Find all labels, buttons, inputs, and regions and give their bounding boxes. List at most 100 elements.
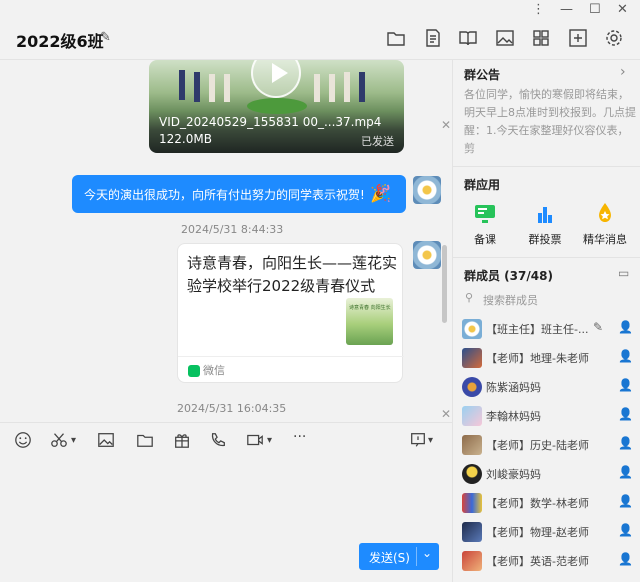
maximize-icon[interactable]: ☐ (589, 2, 601, 17)
party-popper-icon: 🎉 (370, 184, 392, 204)
vote-icon (532, 201, 558, 227)
wechat-icon (188, 365, 200, 377)
close-window-icon[interactable]: ✕ (617, 2, 628, 17)
avatar (462, 551, 482, 571)
document-icon[interactable] (423, 28, 445, 50)
message-input-area[interactable]: ▾ ▾ ··· ▾ 发送(S) ⌄ (0, 422, 452, 582)
app-vote[interactable]: 群投票 (519, 201, 571, 247)
chevron-down-icon[interactable]: ▾ (428, 435, 433, 455)
apps-title: 群应用 (464, 178, 501, 192)
chevron-right-icon[interactable]: › (620, 64, 626, 80)
app-lesson[interactable]: 备课 (459, 201, 511, 247)
message-timestamp: 2024/5/31 16:04:35 (177, 402, 287, 415)
avatar[interactable] (413, 176, 441, 204)
avatar (462, 348, 482, 368)
video-message-card[interactable]: VID_20240529_155831 00_...37.mp4 122.0MB… (149, 60, 404, 153)
message-text: 今天的演出很成功，向所有付出努力的同学表示祝贺! (84, 188, 365, 202)
member-name: 【老师】历史-陆老师 (486, 439, 589, 452)
avatar (462, 435, 482, 455)
video-filename: VID_20240529_155831 00_...37.mp4 (159, 115, 382, 129)
member-row[interactable]: 【老师】地理-朱老师 👤 (453, 343, 640, 372)
video-call-icon[interactable] (246, 431, 264, 451)
edit-pencil-icon[interactable]: ✎ (593, 320, 603, 334)
folder-icon[interactable] (386, 28, 408, 50)
members-title: 群成员 (37/48) (464, 269, 553, 283)
link-thumbnail: 诗意青春 向阳生长 (346, 298, 393, 345)
close-icon[interactable]: ✕ (441, 118, 451, 132)
essence-icon (592, 201, 618, 227)
menu-icon[interactable]: ⋮ (532, 2, 545, 17)
user-icon: 👤 (618, 552, 633, 566)
avatar (462, 464, 482, 484)
app-label: 群投票 (528, 233, 562, 246)
avatar (462, 406, 482, 426)
history-icon[interactable] (409, 431, 427, 451)
more-icon[interactable]: ··· (293, 429, 306, 449)
avatar (462, 493, 482, 513)
send-status: 已发送 (361, 135, 394, 148)
user-icon: 👤 (618, 349, 633, 363)
user-icon: 👤 (618, 378, 633, 392)
book-icon[interactable] (458, 28, 480, 50)
message-timestamp: 2024/5/31 8:44:33 (181, 223, 284, 236)
app-label: 备课 (474, 233, 496, 246)
add-window-icon[interactable] (568, 28, 590, 50)
lesson-icon (472, 201, 498, 227)
chat-message-area[interactable]: VID_20240529_155831 00_...37.mp4 122.0MB… (0, 60, 452, 422)
user-icon: 👤 (618, 436, 633, 450)
apps-grid-icon[interactable] (531, 28, 553, 50)
message-bubble[interactable]: 今天的演出很成功，向所有付出努力的同学表示祝贺! 🎉 (72, 175, 406, 213)
member-name: 【老师】地理-朱老师 (486, 352, 589, 365)
members-panel-icon[interactable]: ▭ (618, 266, 629, 280)
divider (416, 547, 417, 566)
link-share-card[interactable]: 诗意青春，向阳生长——莲花实验学校举行2022级青春仪式 诗意青春 向阳生长 微… (177, 243, 404, 383)
announcement-title: 群公告 (464, 68, 501, 82)
folder-icon[interactable] (136, 431, 154, 451)
announcement-text[interactable]: 各位同学，愉快的寒假即将结束，明天早上8点准时到校报到。几点提醒：1.今天在家整… (464, 86, 636, 158)
member-name: 刘峻豪妈妈 (486, 468, 541, 481)
divider (453, 166, 640, 167)
member-name: 陈紫涵妈妈 (486, 381, 541, 394)
app-label: 精华消息 (583, 233, 627, 246)
chevron-down-icon[interactable]: ▾ (267, 435, 272, 455)
avatar (462, 319, 482, 339)
member-row[interactable]: 【老师】物理-赵老师 👤 (453, 517, 640, 546)
minimize-icon[interactable]: — (560, 2, 573, 17)
image-icon[interactable] (97, 431, 115, 451)
divider (178, 356, 404, 357)
image-icon[interactable] (495, 28, 517, 50)
member-row[interactable]: 【老师】英语-范老师 👤 (453, 546, 640, 575)
user-icon: 👤 (618, 494, 633, 508)
chevron-down-icon[interactable]: ⌄ (422, 546, 432, 560)
phone-icon[interactable] (209, 431, 227, 451)
member-name: 李翰林妈妈 (486, 410, 541, 423)
close-icon[interactable]: ✕ (441, 407, 451, 421)
send-button[interactable]: 发送(S) ⌄ (359, 543, 439, 570)
user-icon: 👤 (618, 407, 633, 421)
scissors-icon[interactable] (50, 431, 68, 451)
emoji-icon[interactable] (14, 431, 32, 451)
member-name: 【老师】物理-赵老师 (486, 526, 589, 539)
avatar[interactable] (413, 241, 441, 269)
owner-user-icon: 👤 (618, 320, 633, 334)
gear-icon[interactable] (604, 28, 626, 50)
member-row[interactable]: 陈紫涵妈妈 👤 (453, 372, 640, 401)
member-row[interactable]: 【班主任】班主任-... ✎ 👤 (453, 314, 640, 343)
link-title: 诗意青春，向阳生长——莲花实验学校举行2022级青春仪式 (187, 254, 398, 295)
member-row[interactable]: 李翰林妈妈 👤 (453, 401, 640, 430)
scrollbar-thumb[interactable] (442, 245, 447, 323)
member-row[interactable]: 【老师】历史-陆老师 👤 (453, 430, 640, 459)
chat-title: 2022级6班 (16, 32, 104, 51)
group-side-panel: 群公告 › 各位同学，愉快的寒假即将结束，明天早上8点准时到校报到。几点提醒：1… (452, 60, 640, 582)
link-source: 微信 (203, 364, 225, 377)
user-icon: 👤 (618, 465, 633, 479)
member-name: 【老师】数学-林老师 (486, 497, 589, 510)
chevron-down-icon[interactable]: ▾ (71, 435, 76, 455)
edit-pencil-icon[interactable]: ✎ (100, 30, 111, 45)
member-search-input[interactable]: 搜索群成员 (483, 292, 538, 308)
app-essence[interactable]: 精华消息 (579, 201, 631, 247)
user-icon: 👤 (618, 523, 633, 537)
member-row[interactable]: 刘峻豪妈妈 👤 (453, 459, 640, 488)
member-row[interactable]: 【老师】数学-林老师 👤 (453, 488, 640, 517)
gift-icon[interactable] (173, 431, 191, 451)
